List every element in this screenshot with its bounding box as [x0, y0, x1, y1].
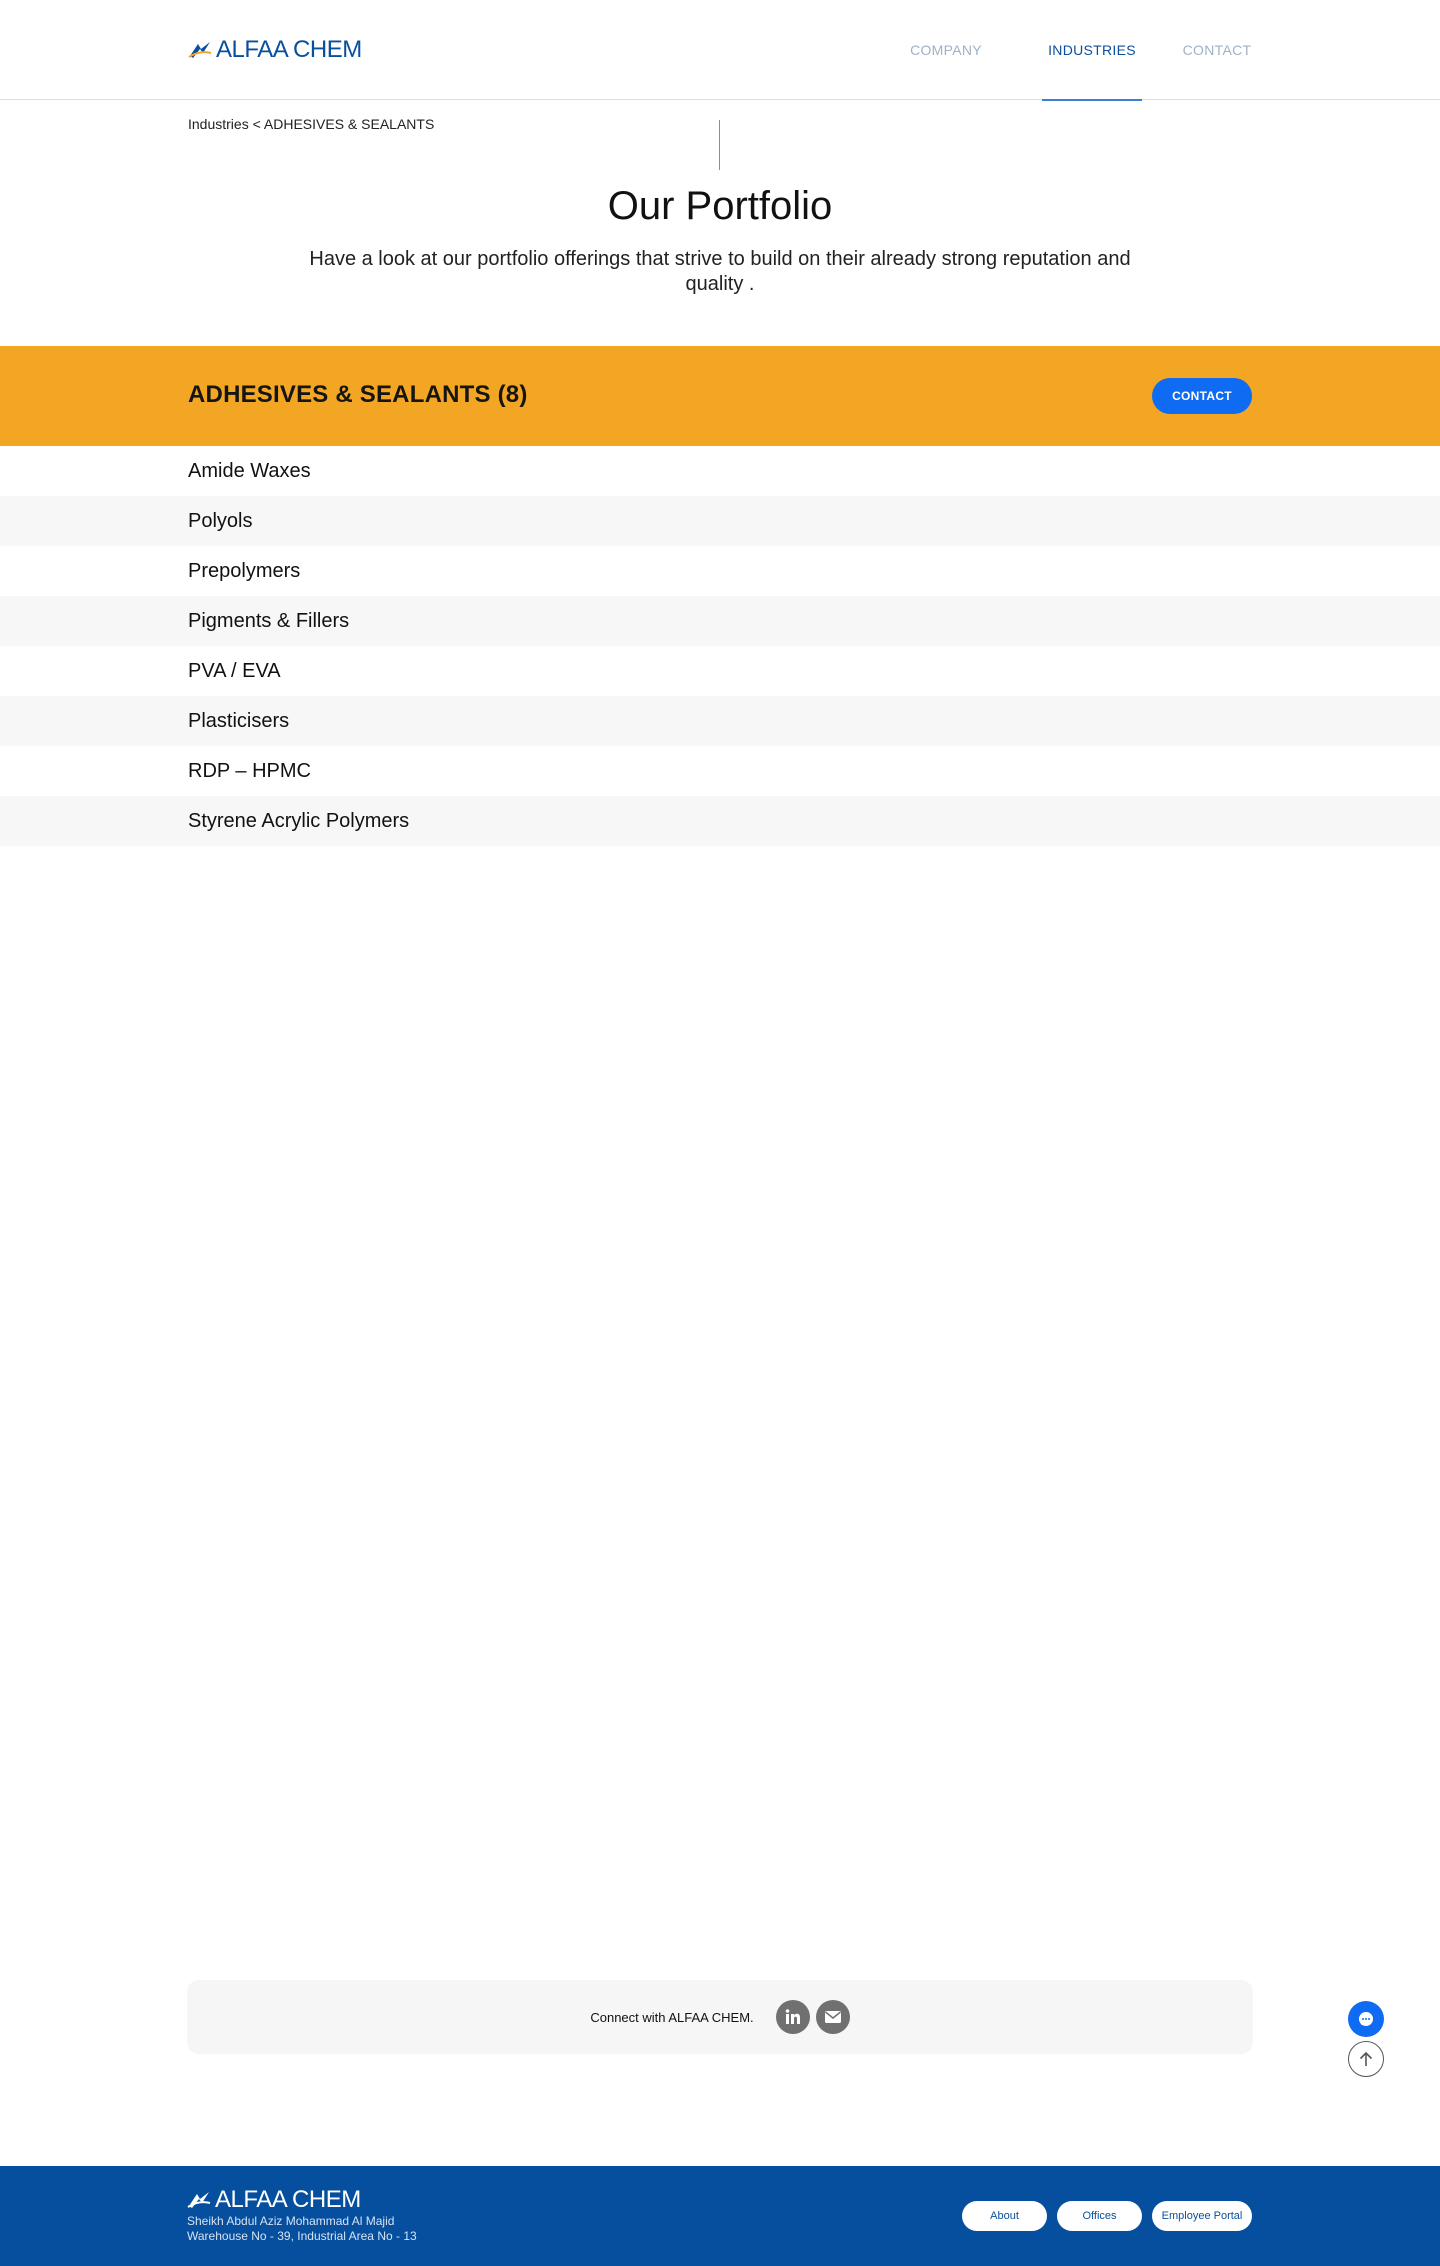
email-icon[interactable] [815, 2000, 850, 2034]
footer-logo-text: ALFAA CHEM [215, 2186, 361, 2213]
list-item[interactable]: PVA / EVA [0, 646, 1440, 696]
site-footer: ALFAA CHEM Sheikh Abdul Aziz Mohammad Al… [0, 2166, 1440, 2266]
decorative-divider [719, 120, 720, 170]
list-item[interactable]: Plasticisers [0, 696, 1440, 746]
breadcrumb-current: ADHESIVES & SEALANTS [263, 116, 435, 132]
main-nav: COMPANY INDUSTRIES CONTACT [900, 0, 1252, 101]
connect-text: Connect with ALFAA CHEM. [590, 2009, 754, 2025]
product-list: Amide Waxes Polyols Prepolymers Pigments… [0, 446, 1440, 846]
footer-address: Sheikh Abdul Aziz Mohammad Al Majid Ware… [187, 2214, 417, 2244]
footer-about-button[interactable]: About [962, 2201, 1047, 2231]
address-line: Sheikh Abdul Aziz Mohammad Al Majid [187, 2214, 395, 2228]
logo-icon [188, 42, 212, 58]
footer-employee-portal-button[interactable]: Employee Portal [1152, 2201, 1252, 2231]
list-item[interactable]: Pigments & Fillers [0, 596, 1440, 646]
page-title: Our Portfolio [607, 184, 833, 228]
contact-button[interactable]: CONTACT [1152, 378, 1252, 414]
list-item[interactable]: Amide Waxes [0, 446, 1440, 496]
footer-links: About Offices Employee Portal [962, 2201, 1252, 2231]
chat-icon[interactable] [1348, 2001, 1384, 2037]
nav-industries[interactable]: INDUSTRIES [1042, 0, 1142, 101]
category-title: ADHESIVES & SEALANTS (8) [188, 381, 528, 408]
list-item[interactable]: Polyols [0, 496, 1440, 546]
connect-box: Connect with ALFAA CHEM. [187, 1980, 1253, 2054]
category-header: ADHESIVES & SEALANTS (8) CONTACT [0, 346, 1440, 446]
list-item[interactable]: Prepolymers [0, 546, 1440, 596]
logo[interactable]: ALFAA CHEM [188, 36, 362, 64]
breadcrumb: Industries < ADHESIVES & SEALANTS [188, 116, 434, 132]
footer-logo[interactable]: ALFAA CHEM [187, 2186, 361, 2214]
site-header: ALFAA CHEM COMPANY INDUSTRIES CONTACT [0, 0, 1440, 101]
nav-contact[interactable]: CONTACT [1182, 0, 1252, 100]
footer-offices-button[interactable]: Offices [1057, 2201, 1142, 2231]
breadcrumb-industries-link[interactable]: Industries [188, 116, 249, 132]
list-item[interactable]: Styrene Acrylic Polymers [0, 796, 1440, 846]
logo-icon [187, 2192, 211, 2208]
nav-company[interactable]: COMPANY [900, 0, 992, 100]
linkedin-icon[interactable] [775, 2000, 810, 2034]
breadcrumb-separator: < [248, 116, 264, 132]
scroll-to-top-icon[interactable] [1348, 2041, 1384, 2077]
page-subtitle: Have a look at our portfolio offerings t… [309, 248, 1131, 295]
logo-text: ALFAA CHEM [216, 36, 362, 63]
list-item[interactable]: RDP – HPMC [0, 746, 1440, 796]
address-line: Warehouse No - 39, Industrial Area No - … [187, 2229, 417, 2243]
